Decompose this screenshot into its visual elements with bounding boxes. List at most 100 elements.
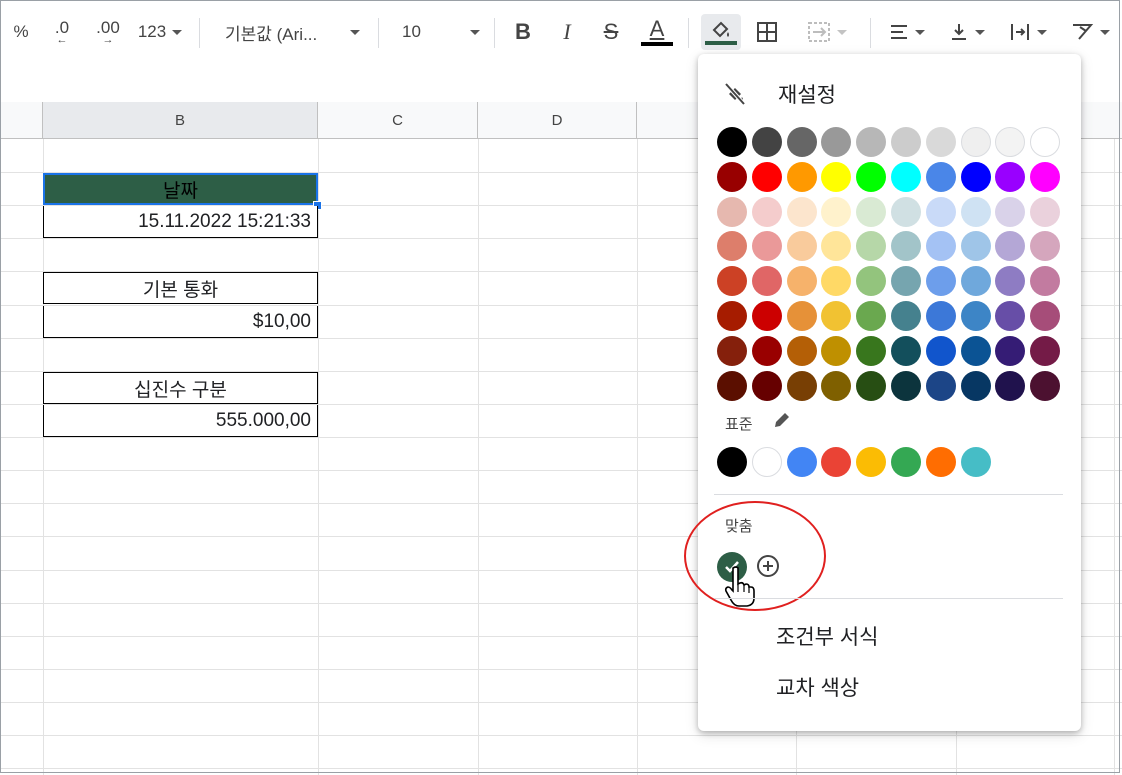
- text-color-button[interactable]: A: [638, 14, 676, 50]
- color-swatch[interactable]: [751, 196, 782, 227]
- color-swatch[interactable]: [856, 266, 887, 297]
- color-swatch[interactable]: [821, 161, 852, 192]
- italic-button[interactable]: I: [550, 14, 584, 50]
- color-swatch[interactable]: [751, 127, 782, 157]
- bold-button[interactable]: B: [506, 14, 540, 50]
- color-swatch[interactable]: [960, 127, 991, 157]
- color-swatch[interactable]: [717, 370, 747, 401]
- color-swatch[interactable]: [821, 231, 852, 262]
- color-swatch[interactable]: [960, 231, 991, 262]
- color-swatch[interactable]: [856, 335, 887, 366]
- color-swatch[interactable]: [960, 301, 991, 331]
- alternating-colors-menu-item[interactable]: 교차 색상: [776, 672, 859, 702]
- color-swatch[interactable]: [786, 161, 817, 192]
- color-swatch[interactable]: [925, 370, 956, 401]
- color-swatch[interactable]: [995, 370, 1026, 401]
- color-swatch[interactable]: [995, 266, 1026, 297]
- strikethrough-button[interactable]: S: [594, 14, 628, 50]
- color-swatch[interactable]: [995, 196, 1026, 227]
- color-swatch[interactable]: [717, 127, 747, 157]
- conditional-format-menu-item[interactable]: 조건부 서식: [776, 621, 878, 651]
- standard-color-swatch[interactable]: [786, 447, 817, 477]
- standard-color-swatch[interactable]: [960, 447, 991, 477]
- color-swatch[interactable]: [751, 161, 782, 192]
- color-swatch[interactable]: [717, 301, 747, 331]
- color-swatch[interactable]: [891, 127, 921, 157]
- color-swatch[interactable]: [1030, 127, 1061, 157]
- column-header-c[interactable]: C: [318, 102, 478, 139]
- color-swatch[interactable]: [995, 231, 1026, 262]
- color-swatch[interactable]: [1030, 196, 1061, 227]
- color-swatch[interactable]: [1030, 335, 1061, 366]
- color-swatch[interactable]: [717, 335, 747, 366]
- color-swatch[interactable]: [891, 161, 921, 192]
- color-swatch[interactable]: [856, 127, 887, 157]
- color-swatch[interactable]: [925, 266, 956, 297]
- color-swatch[interactable]: [821, 335, 852, 366]
- color-swatch[interactable]: [1030, 266, 1061, 297]
- color-swatch[interactable]: [856, 301, 887, 331]
- color-swatch[interactable]: [891, 196, 921, 227]
- vertical-align-button[interactable]: [942, 14, 992, 50]
- row-header-corner[interactable]: [0, 102, 43, 139]
- color-swatch[interactable]: [821, 127, 852, 157]
- color-swatch[interactable]: [1030, 301, 1061, 331]
- color-swatch[interactable]: [925, 127, 956, 157]
- color-swatch[interactable]: [821, 301, 852, 331]
- standard-color-swatch[interactable]: [856, 447, 887, 477]
- font-family-select[interactable]: 기본값 (Ari...: [215, 14, 370, 50]
- color-swatch[interactable]: [891, 370, 921, 401]
- cell-date-header[interactable]: 날짜: [43, 173, 318, 205]
- color-swatch[interactable]: [995, 127, 1026, 157]
- more-formats-button[interactable]: 123: [134, 14, 186, 50]
- color-swatch[interactable]: [821, 266, 852, 297]
- color-swatch[interactable]: [856, 196, 887, 227]
- cell-date-value[interactable]: 15.11.2022 15:21:33: [43, 206, 318, 238]
- format-percent-button[interactable]: %: [8, 14, 34, 50]
- color-swatch[interactable]: [717, 266, 747, 297]
- edit-pencil-icon[interactable]: [772, 410, 792, 430]
- text-rotation-button[interactable]: [1064, 14, 1116, 50]
- color-swatch[interactable]: [995, 335, 1026, 366]
- borders-icon[interactable]: [752, 14, 782, 50]
- color-swatch[interactable]: [925, 196, 956, 227]
- color-swatch[interactable]: [960, 161, 991, 192]
- cell-decimal-header[interactable]: 십진수 구분: [43, 372, 318, 404]
- color-swatch[interactable]: [751, 370, 782, 401]
- fill-color-button[interactable]: [701, 14, 741, 50]
- color-swatch[interactable]: [786, 196, 817, 227]
- color-swatch[interactable]: [995, 161, 1026, 192]
- color-swatch[interactable]: [786, 370, 817, 401]
- text-wrapping-button[interactable]: [1002, 14, 1054, 50]
- color-swatch[interactable]: [925, 301, 956, 331]
- color-swatch[interactable]: [751, 301, 782, 331]
- color-swatch[interactable]: [751, 231, 782, 262]
- color-swatch[interactable]: [717, 161, 747, 192]
- color-swatch[interactable]: [856, 370, 887, 401]
- color-swatch[interactable]: [1030, 231, 1061, 262]
- color-swatch[interactable]: [717, 231, 747, 262]
- color-swatch[interactable]: [751, 335, 782, 366]
- reset-fill-button[interactable]: 재설정: [722, 76, 836, 112]
- color-swatch[interactable]: [786, 301, 817, 331]
- standard-color-swatch[interactable]: [751, 447, 782, 477]
- color-swatch[interactable]: [786, 266, 817, 297]
- color-swatch[interactable]: [925, 231, 956, 262]
- color-swatch[interactable]: [1030, 370, 1061, 401]
- standard-color-swatch[interactable]: [821, 447, 852, 477]
- color-swatch[interactable]: [786, 127, 817, 157]
- color-swatch[interactable]: [786, 231, 817, 262]
- cell-currency-value[interactable]: $10,00: [43, 306, 318, 338]
- color-swatch[interactable]: [821, 370, 852, 401]
- standard-color-swatch[interactable]: [717, 447, 747, 477]
- standard-color-swatch[interactable]: [891, 447, 921, 477]
- color-swatch[interactable]: [960, 196, 991, 227]
- color-swatch[interactable]: [960, 266, 991, 297]
- color-swatch[interactable]: [891, 335, 921, 366]
- color-swatch[interactable]: [786, 335, 817, 366]
- merge-cells-button[interactable]: [796, 14, 858, 50]
- color-swatch[interactable]: [960, 370, 991, 401]
- color-swatch[interactable]: [1030, 161, 1061, 192]
- color-swatch[interactable]: [960, 335, 991, 366]
- font-size-select[interactable]: 10: [390, 14, 486, 50]
